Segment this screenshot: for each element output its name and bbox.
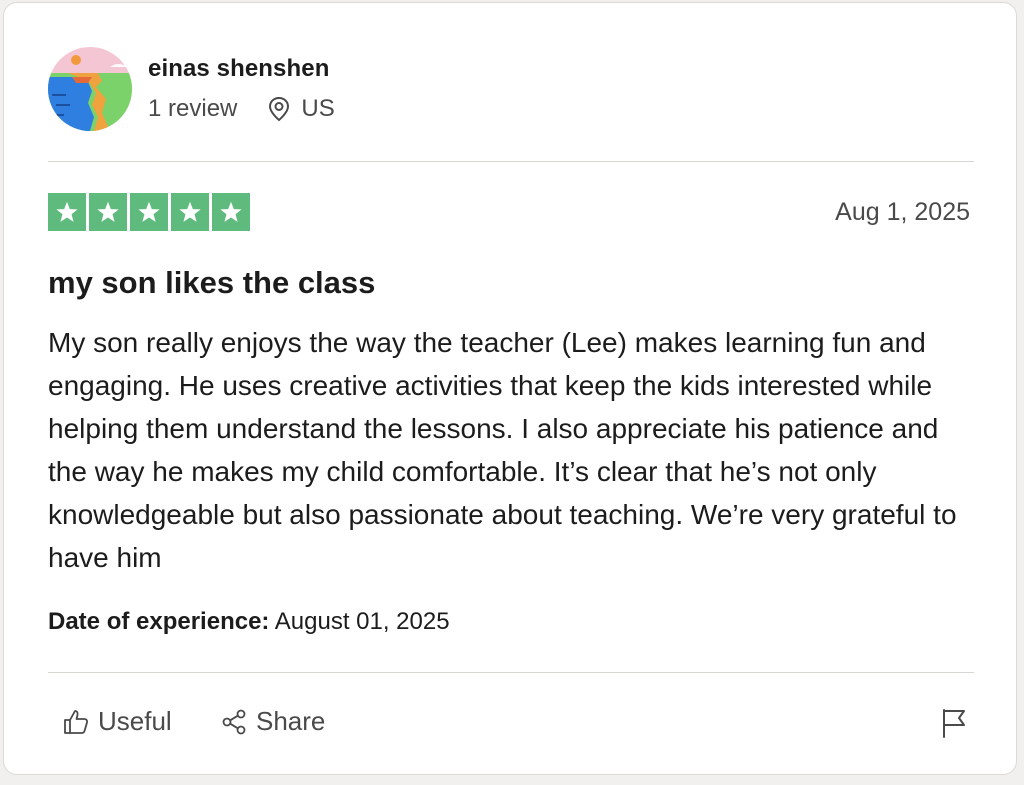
review-card: einas shenshen 1 review US Aug 1, 2025 m… <box>3 2 1017 775</box>
flag-icon <box>943 709 965 738</box>
useful-label: Useful <box>98 706 172 736</box>
report-flag-button[interactable] <box>940 707 968 744</box>
star-icon <box>130 193 168 231</box>
reviewer-info: einas shenshen 1 review US <box>148 55 335 123</box>
footer-divider <box>48 672 974 673</box>
share-label: Share <box>256 706 326 736</box>
review-title: my son likes the class <box>48 265 376 300</box>
review-count: 1 review <box>148 95 238 122</box>
experience-label: Date of experience: <box>48 608 270 635</box>
avatar[interactable] <box>48 47 132 131</box>
experience-date: August 01, 2025 <box>274 608 450 635</box>
star-icon <box>48 193 86 231</box>
reviewer-header: einas shenshen 1 review US <box>48 47 335 131</box>
date-of-experience: Date of experience: August 01, 2025 <box>48 608 450 636</box>
share-icon <box>222 709 246 734</box>
star-icon <box>171 193 209 231</box>
review-body: My son really enjoys the way the teacher… <box>48 327 957 573</box>
review-date: Aug 1, 2025 <box>835 198 970 226</box>
star-rating <box>48 193 250 231</box>
header-divider <box>48 161 974 162</box>
thumbs-up-icon <box>64 709 89 734</box>
reviewer-name[interactable]: einas shenshen <box>148 55 335 83</box>
star-icon <box>89 193 127 231</box>
share-button[interactable]: Share <box>220 706 325 737</box>
location-label: US <box>301 95 335 122</box>
useful-button[interactable]: Useful <box>62 706 172 737</box>
reviewer-location: US <box>267 95 335 123</box>
map-pin-icon <box>269 96 290 122</box>
star-icon <box>212 193 250 231</box>
reviewer-meta: 1 review US <box>148 95 335 123</box>
